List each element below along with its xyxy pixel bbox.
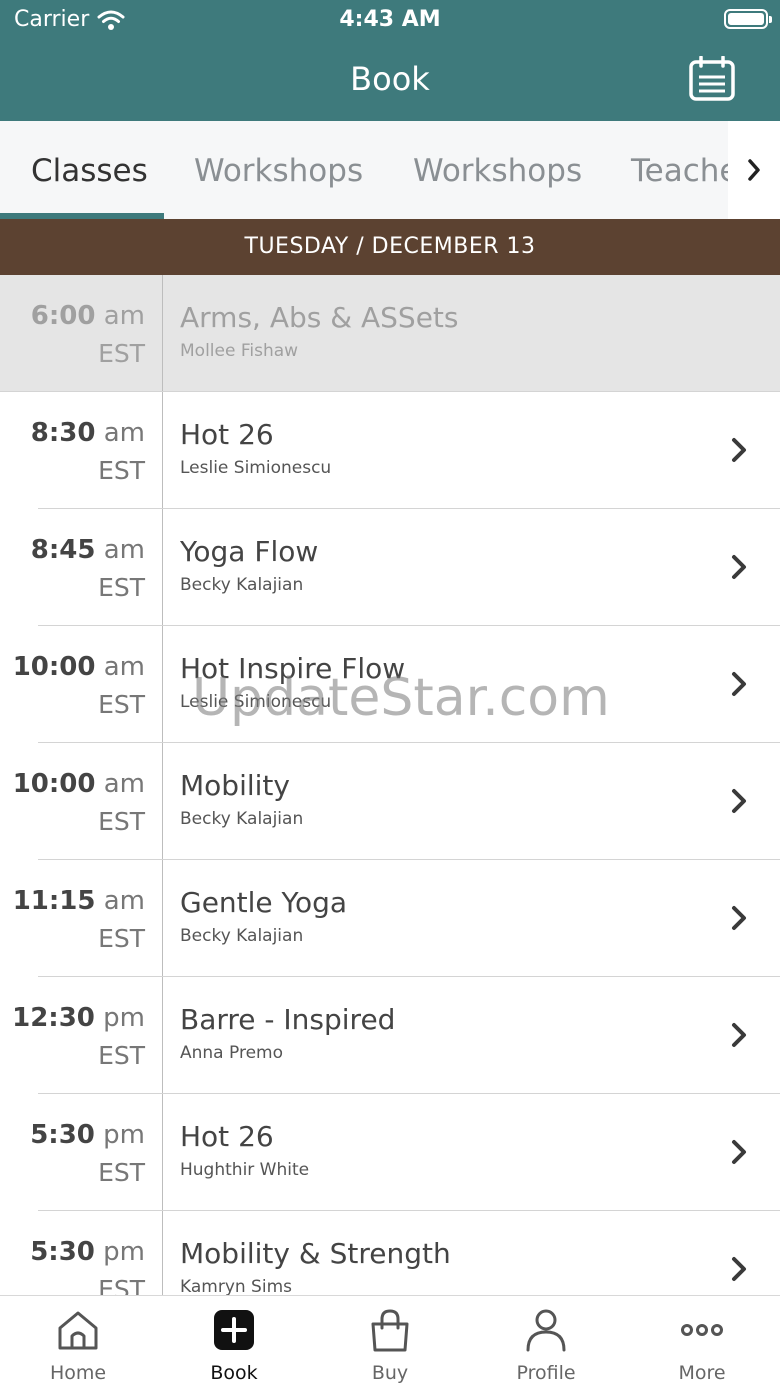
class-name: Mobility	[180, 769, 290, 802]
class-time: 11:15 am	[12, 886, 145, 916]
tab-teachers[interactable]: Teache	[631, 121, 739, 219]
chevron-right-icon[interactable]	[728, 905, 750, 931]
class-name: Hot 26	[180, 418, 274, 451]
nav-book[interactable]: Book	[156, 1296, 312, 1387]
class-row[interactable]: 5:30 pm EST Mobility & Strength Kamryn S…	[0, 1211, 780, 1295]
class-time: 12:30 pm	[12, 1003, 145, 1033]
home-icon	[58, 1311, 98, 1350]
nav-more[interactable]: More	[624, 1296, 780, 1387]
tab-classes[interactable]: Classes	[31, 121, 148, 219]
class-teacher: Leslie Simionescu	[180, 692, 332, 712]
nav-home[interactable]: Home	[0, 1296, 156, 1387]
app-header: Carrier 4:43 AM Book	[0, 0, 780, 121]
class-timezone: EST	[98, 1275, 145, 1295]
chevron-right-icon[interactable]	[728, 554, 750, 580]
nav-buy[interactable]: Buy	[312, 1296, 468, 1387]
class-name: Barre - Inspired	[180, 1003, 396, 1036]
time-column: 5:30 pm EST	[0, 1211, 163, 1295]
class-teacher: Becky Kalajian	[180, 809, 304, 829]
class-time: 5:30 pm	[30, 1237, 145, 1267]
class-name: Hot Inspire Flow	[180, 652, 406, 685]
class-row: 6:00 am EST Arms, Abs & ASSets Mollee Fi…	[0, 275, 780, 392]
class-time: 8:45 am	[30, 535, 145, 565]
class-name: Gentle Yoga	[180, 886, 348, 919]
nav-label: Book	[210, 1362, 258, 1384]
nav-label: Profile	[516, 1362, 576, 1384]
class-list: 6:00 am EST Arms, Abs & ASSets Mollee Fi…	[0, 275, 780, 1295]
time-column: 5:30 pm EST	[0, 1094, 163, 1211]
class-teacher: Mollee Fishaw	[180, 341, 299, 361]
class-name: Hot 26	[180, 1120, 274, 1153]
class-time: 10:00 am	[12, 652, 145, 682]
class-name: Arms, Abs & ASSets	[180, 301, 459, 334]
tab-workshops-2[interactable]: Workshops	[413, 121, 582, 219]
chevron-right-icon[interactable]	[728, 1256, 750, 1282]
time-column: 8:30 am EST	[0, 392, 163, 509]
time-column: 10:00 am EST	[0, 743, 163, 860]
class-timezone: EST	[98, 807, 145, 836]
class-teacher: Hughthir White	[180, 1160, 310, 1180]
bottom-nav: Home Book Buy Profile More	[0, 1295, 780, 1387]
class-timezone: EST	[98, 1158, 145, 1187]
tab-workshops[interactable]: Workshops	[194, 121, 363, 219]
time-column: 8:45 am EST	[0, 509, 163, 626]
class-teacher: Kamryn Sims	[180, 1277, 292, 1295]
time-column: 11:15 am EST	[0, 860, 163, 977]
class-timezone: EST	[98, 339, 145, 368]
class-row[interactable]: 12:30 pm EST Barre - Inspired Anna Premo	[0, 977, 780, 1094]
person-icon	[526, 1309, 566, 1352]
class-teacher: Becky Kalajian	[180, 575, 304, 595]
chevron-right-icon	[748, 159, 760, 181]
class-timezone: EST	[98, 456, 145, 485]
class-timezone: EST	[98, 924, 145, 953]
chevron-right-icon[interactable]	[728, 1022, 750, 1048]
chevron-right-icon[interactable]	[728, 788, 750, 814]
time-column: 6:00 am EST	[0, 275, 163, 392]
nav-label: More	[678, 1362, 726, 1384]
time-column: 10:00 am EST	[0, 626, 163, 743]
chevron-right-icon[interactable]	[728, 1139, 750, 1165]
page-title: Book	[350, 60, 430, 98]
date-header: TUESDAY / DECEMBER 13	[0, 219, 780, 275]
class-row[interactable]: 8:45 am EST Yoga Flow Becky Kalajian	[0, 509, 780, 626]
class-time: 10:00 am	[12, 769, 145, 799]
time-column: 12:30 pm EST	[0, 977, 163, 1094]
plus-square-icon	[214, 1310, 254, 1350]
class-time: 5:30 pm	[30, 1120, 145, 1150]
class-row[interactable]: 11:15 am EST Gentle Yoga Becky Kalajian	[0, 860, 780, 977]
class-teacher: Becky Kalajian	[180, 926, 304, 946]
calendar-icon[interactable]	[688, 56, 736, 102]
class-timezone: EST	[98, 1041, 145, 1070]
class-name: Yoga Flow	[180, 535, 319, 568]
tab-scroll-button[interactable]	[728, 121, 780, 219]
class-teacher: Anna Premo	[180, 1043, 283, 1063]
chevron-right-icon[interactable]	[728, 437, 750, 463]
chevron-right-icon[interactable]	[728, 671, 750, 697]
class-time: 6:00 am	[30, 301, 145, 331]
class-name: Mobility & Strength	[180, 1237, 451, 1270]
class-teacher: Leslie Simionescu	[180, 458, 332, 478]
battery-icon	[724, 9, 772, 29]
nav-label: Home	[49, 1362, 107, 1384]
class-row[interactable]: 8:30 am EST Hot 26 Leslie Simionescu	[0, 392, 780, 509]
more-dots-icon	[681, 1324, 723, 1336]
tab-bar: Classes Workshops Workshops Teache	[0, 121, 780, 219]
shopping-bag-icon	[371, 1309, 409, 1352]
status-time: 4:43 AM	[339, 7, 441, 32]
nav-profile[interactable]: Profile	[468, 1296, 624, 1387]
class-row[interactable]: 10:00 am EST Mobility Becky Kalajian	[0, 743, 780, 860]
class-row[interactable]: 5:30 pm EST Hot 26 Hughthir White	[0, 1094, 780, 1211]
nav-label: Buy	[371, 1362, 409, 1384]
class-timezone: EST	[98, 573, 145, 602]
class-time: 8:30 am	[30, 418, 145, 448]
class-row[interactable]: 10:00 am EST Hot Inspire Flow Leslie Sim…	[0, 626, 780, 743]
class-timezone: EST	[98, 690, 145, 719]
